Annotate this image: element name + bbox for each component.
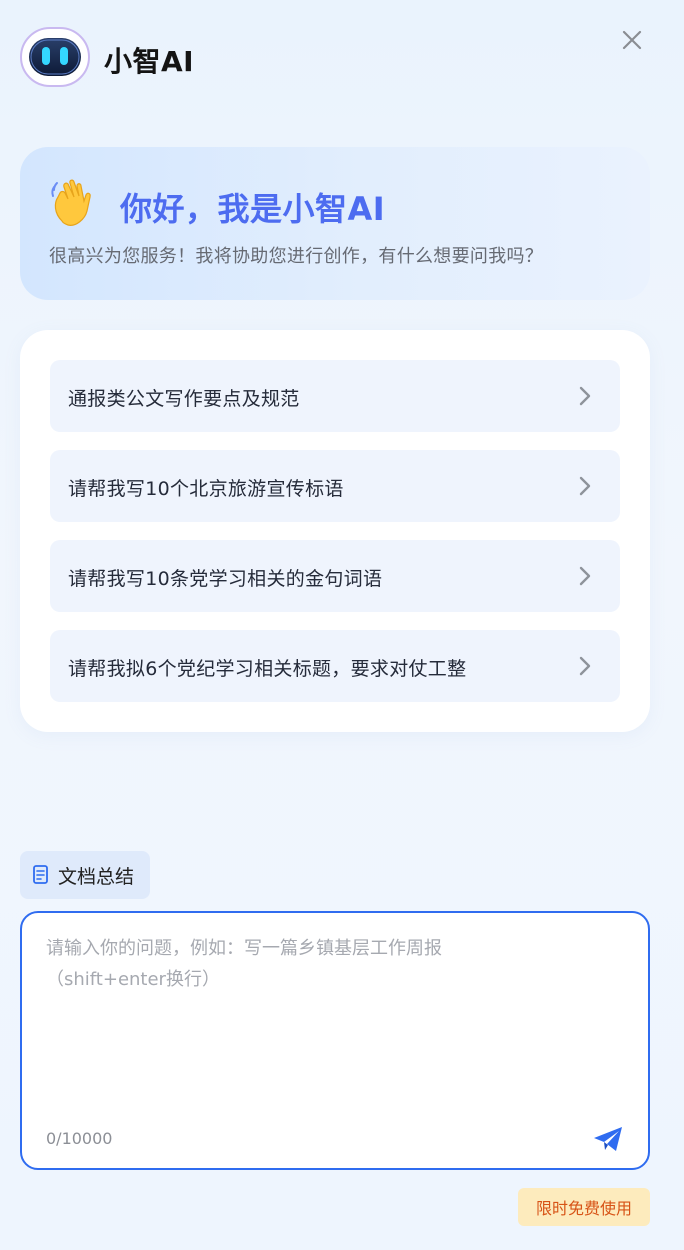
suggestion-item[interactable]: 请帮我写10个北京旅游宣传标语 — [50, 450, 620, 522]
chevron-right-icon — [579, 386, 591, 406]
suggestion-item[interactable]: 请帮我拟6个党纪学习相关标题，要求对仗工整 — [50, 630, 620, 702]
greeting-subtitle: 很高兴为您服务！我将协助您进行创作，有什么想要问我吗？ — [49, 246, 544, 267]
suggestion-item[interactable]: 请帮我写10条党学习相关的金句词语 — [50, 540, 620, 612]
suggestion-label: 请帮我写10个北京旅游宣传标语 — [68, 478, 344, 500]
suggestion-item[interactable]: 通报类公文写作要点及规范 — [50, 360, 620, 432]
greeting-title: 你好，我是小智AI — [120, 190, 386, 228]
suggestion-label: 请帮我写10条党学习相关的金句词语 — [68, 568, 383, 590]
robot-face-icon — [29, 38, 81, 76]
free-trial-badge[interactable]: 限时免费使用 — [518, 1188, 650, 1226]
suggestion-label: 请帮我拟6个党纪学习相关标题，要求对仗工整 — [68, 658, 467, 680]
close-icon — [622, 30, 642, 50]
document-icon — [33, 865, 48, 884]
close-button[interactable] — [616, 24, 648, 56]
suggestions-card: 通报类公文写作要点及规范 请帮我写10个北京旅游宣传标语 请帮我写10条党学习相… — [20, 330, 650, 732]
char-counter: 0/10000 — [46, 1129, 113, 1148]
chevron-right-icon — [579, 656, 591, 676]
chevron-right-icon — [579, 566, 591, 586]
send-button[interactable] — [590, 1121, 626, 1157]
chevron-right-icon — [579, 476, 591, 496]
welcome-card: 你好，我是小智AI 很高兴为您服务！我将协助您进行创作，有什么想要问我吗？ — [20, 147, 650, 300]
doc-summary-label: 文档总结 — [58, 865, 135, 888]
send-icon — [594, 1127, 622, 1151]
question-input-box: 0/10000 — [20, 911, 650, 1170]
robot-avatar — [20, 27, 90, 87]
doc-summary-button[interactable]: 文档总结 — [20, 851, 150, 899]
suggestion-label: 通报类公文写作要点及规范 — [68, 388, 300, 410]
waving-hand-icon — [51, 179, 91, 226]
header: 小智AI — [0, 0, 684, 115]
question-input[interactable] — [46, 933, 626, 1103]
app-title: 小智AI — [104, 45, 195, 78]
